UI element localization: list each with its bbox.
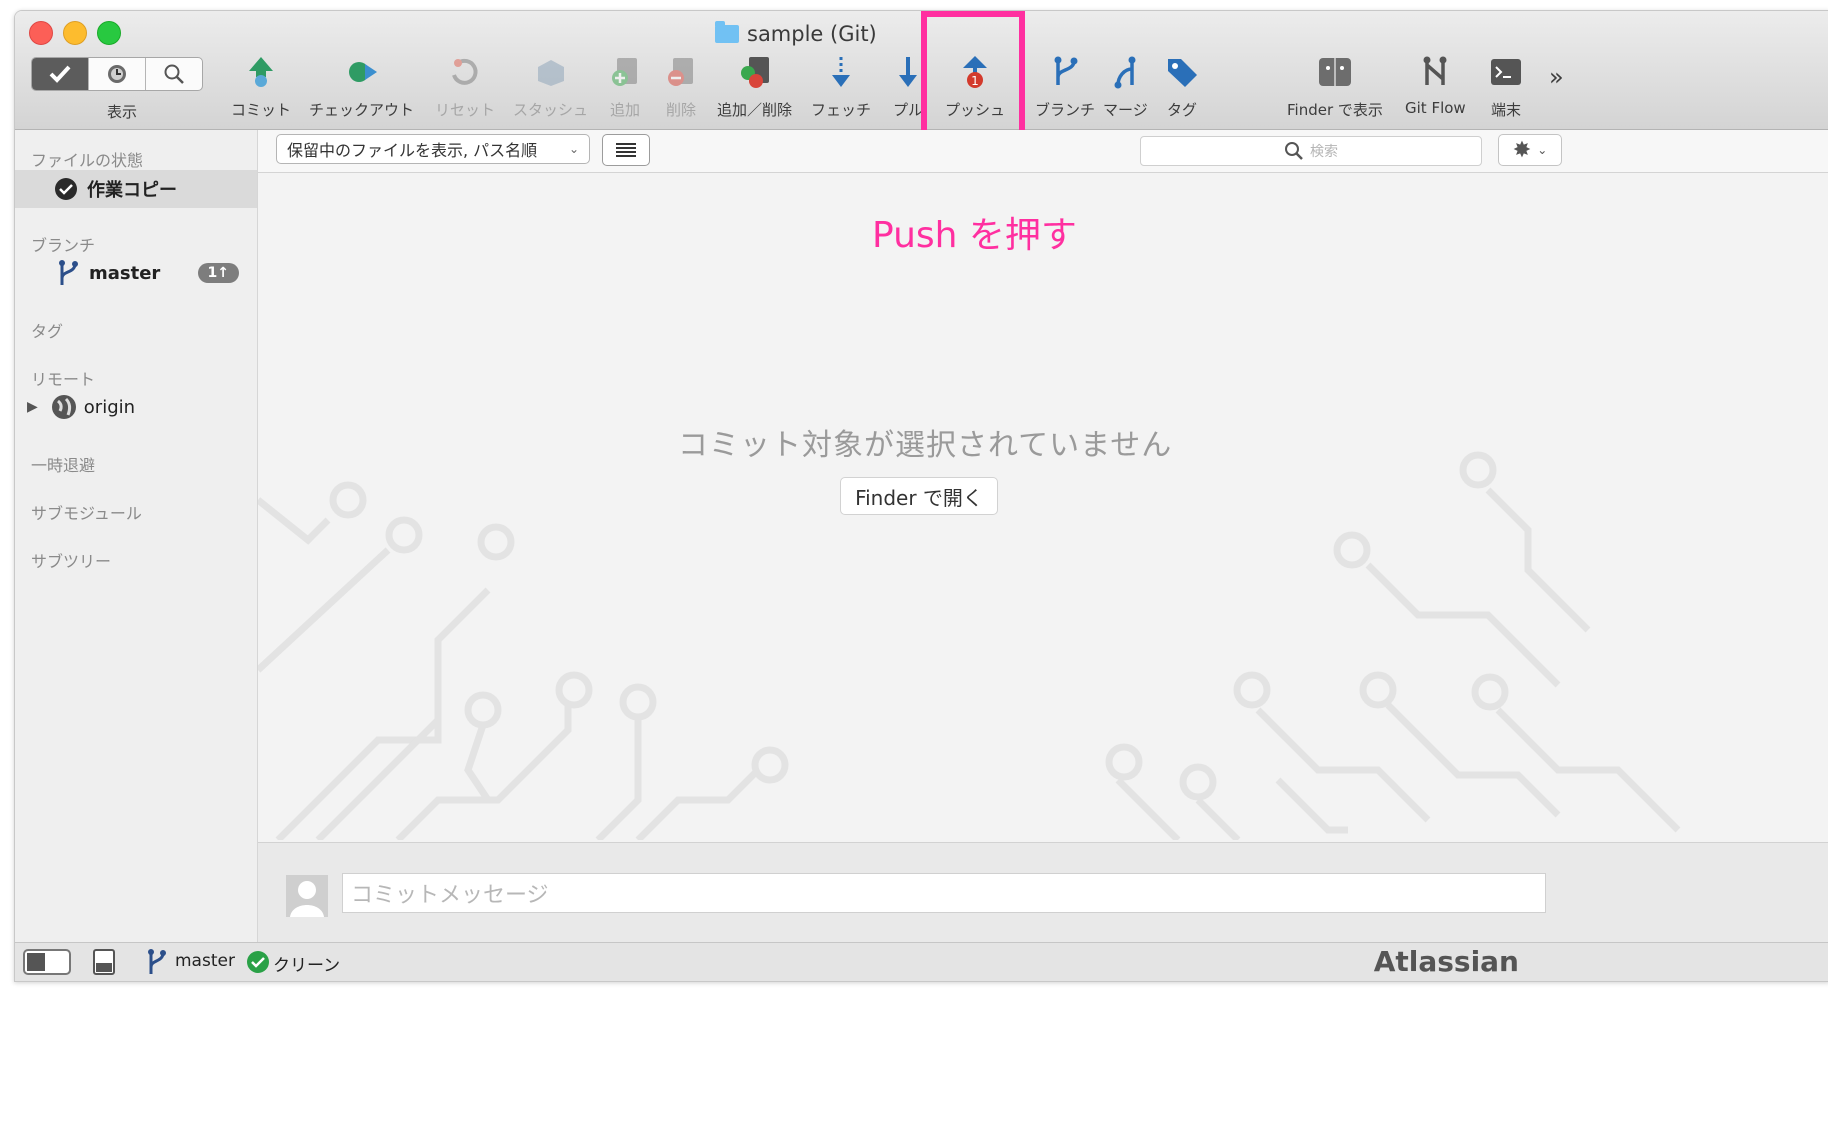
reset-button[interactable]: リセット <box>435 55 495 120</box>
terminal-icon <box>1491 59 1521 85</box>
folder-icon <box>715 21 739 43</box>
remove-button[interactable]: 削除 <box>665 55 697 120</box>
clock-icon <box>108 65 126 83</box>
stash-button[interactable]: スタッシュ <box>513 55 588 120</box>
merge-button[interactable]: マージ <box>1103 55 1148 120</box>
window-title: sample (Git) <box>715 19 877 49</box>
sidebar: ファイルの状態 作業コピー ブランチ master 1↑ タグ リモート ▶ o… <box>15 130 258 943</box>
search-field[interactable]: 検索 <box>1140 136 1482 166</box>
close-window-button[interactable] <box>29 21 53 45</box>
checkmark-icon <box>49 65 71 83</box>
avatar <box>286 875 328 917</box>
check-circle-icon <box>55 178 77 200</box>
pull-button[interactable]: プル <box>893 55 923 120</box>
tags-header: タグ <box>31 322 64 341</box>
branch-icon <box>1054 56 1078 85</box>
chevron-down-icon: ⌄ <box>568 142 579 156</box>
view-mode-control[interactable] <box>31 57 203 91</box>
list-icon <box>616 143 636 157</box>
zoom-window-button[interactable] <box>97 21 121 45</box>
view-label: 表示 <box>107 103 138 121</box>
search-icon <box>164 64 184 84</box>
sidebar-toggle-icon[interactable] <box>23 949 71 975</box>
git-flow-button[interactable]: Git Flow <box>1405 55 1466 117</box>
commit-button[interactable]: コミット <box>231 55 291 120</box>
checkout-button[interactable]: チェックアウト <box>309 55 414 120</box>
commit-message-input[interactable]: コミットメッセージ <box>342 873 1546 913</box>
minimize-window-button[interactable] <box>63 21 87 45</box>
current-branch-label: master <box>175 951 235 971</box>
fetch-icon <box>832 57 850 87</box>
ahead-count-badge: 1↑ <box>197 263 239 283</box>
commit-icon <box>249 57 273 87</box>
disclosure-triangle-icon[interactable]: ▶ <box>27 399 38 415</box>
sidebar-item-branch-master[interactable]: master 1↑ <box>15 254 257 292</box>
chevron-down-icon: ⌄ <box>1537 143 1548 157</box>
history-view-button[interactable] <box>89 58 146 90</box>
sidebar-item-working-copy[interactable]: 作業コピー <box>15 170 257 208</box>
reset-icon <box>452 58 478 85</box>
finder-icon <box>1318 58 1351 86</box>
git-flow-icon <box>1423 56 1447 85</box>
atlassian-logo: Atlassian <box>1373 945 1519 978</box>
remove-icon <box>668 58 693 86</box>
add-icon <box>612 58 637 86</box>
settings-menu-button[interactable]: ✸ ⌄ <box>1498 134 1562 166</box>
toolbar-overflow-button[interactable]: » <box>1549 63 1564 91</box>
tag-button[interactable]: タグ <box>1165 55 1199 120</box>
circuit-background-pattern <box>258 451 1681 840</box>
bottom-panel-toggle-icon[interactable] <box>93 949 115 975</box>
branch-button[interactable]: ブランチ <box>1035 55 1095 120</box>
branch-icon <box>148 949 166 974</box>
submodules-header: サブモジュール <box>31 504 142 523</box>
app-window: sample (Git) 表示 コミット チェックアウト リセット スタッシュ … <box>14 10 1828 982</box>
sidebar-item-remote-origin[interactable]: ▶ origin <box>15 388 257 426</box>
search-icon <box>1285 142 1303 160</box>
empty-state-message: コミット対象が選択されていません <box>678 428 1173 463</box>
globe-icon <box>51 395 76 419</box>
remotes-header: リモート <box>31 370 96 389</box>
working-copy-state: クリーン <box>273 956 341 976</box>
add-remove-button[interactable]: 追加／削除 <box>717 55 792 120</box>
add-remove-icon <box>740 57 769 88</box>
checkout-icon <box>348 62 377 82</box>
filter-bar: 保留中のファイルを表示, パス名順 ⌄ 検索 ✸ ⌄ <box>258 130 1828 173</box>
open-in-finder-button[interactable]: Finder で開く <box>840 477 998 515</box>
merge-icon <box>1114 56 1136 89</box>
commit-message-bar: コミットメッセージ <box>258 842 1828 943</box>
terminal-button[interactable]: 端末 <box>1489 55 1523 120</box>
fetch-button[interactable]: フェッチ <box>811 55 871 120</box>
show-in-finder-button[interactable]: Finder で表示 <box>1287 55 1383 120</box>
search-view-button[interactable] <box>146 58 202 90</box>
file-status-header: ファイルの状態 <box>31 151 144 170</box>
status-bar: master クリーン Atlassian <box>15 942 1828 981</box>
gear-icon: ✸ <box>1512 137 1532 163</box>
clean-status-icon <box>247 951 269 973</box>
file-status-view-button[interactable] <box>32 58 89 90</box>
branches-header: ブランチ <box>31 236 96 255</box>
add-button[interactable]: 追加 <box>609 55 641 120</box>
branch-icon <box>59 260 78 285</box>
subtrees-header: サブツリー <box>31 552 112 571</box>
tag-icon <box>1168 59 1197 87</box>
stashes-header: 一時退避 <box>31 456 96 475</box>
file-filter-select[interactable]: 保留中のファイルを表示, パス名順 ⌄ <box>276 134 590 164</box>
push-instruction-annotation: Push を押す <box>872 215 1077 256</box>
list-view-button[interactable] <box>602 134 650 166</box>
main-pane: 保留中のファイルを表示, パス名順 ⌄ 検索 ✸ ⌄ Push を押す コミット… <box>258 130 1828 943</box>
user-silhouette-icon <box>290 881 324 917</box>
pull-icon <box>899 57 917 87</box>
stash-icon <box>537 60 564 86</box>
